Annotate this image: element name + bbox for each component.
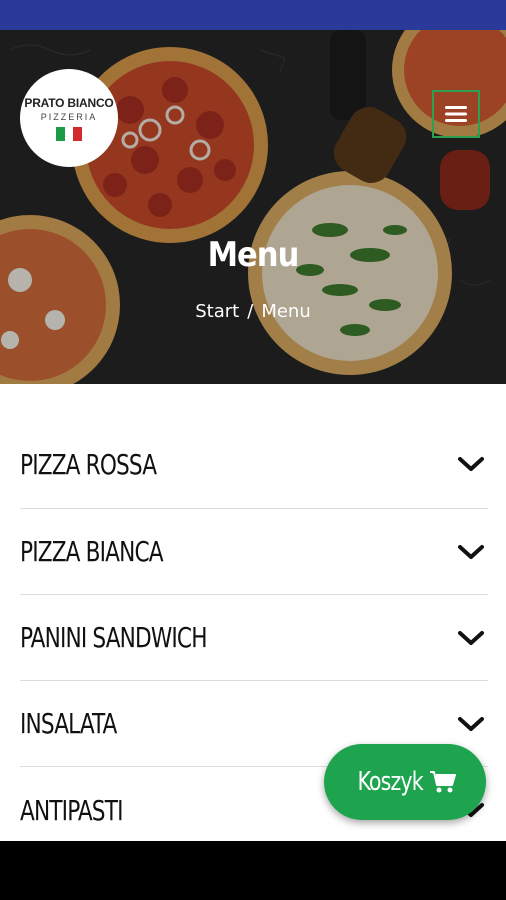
- chevron-down-icon: [458, 630, 484, 645]
- logo-name: PRATO BIANCO: [24, 95, 114, 110]
- status-bar: [0, 0, 506, 30]
- italian-flag-icon: [56, 126, 83, 141]
- logo-subtitle: PIZZERIA: [40, 111, 98, 122]
- chevron-down-icon: [458, 716, 484, 731]
- hamburger-icon: [445, 106, 467, 122]
- hamburger-menu-button[interactable]: [432, 90, 480, 138]
- page-title: Menu: [207, 235, 300, 275]
- menu-category-label: INSALATA: [20, 707, 117, 740]
- chevron-down-icon: [458, 544, 484, 559]
- menu-category-label: PIZZA BIANCA: [20, 535, 164, 568]
- cart-button[interactable]: Koszyk: [324, 744, 486, 820]
- brand-logo[interactable]: PRATO BIANCO PIZZERIA: [20, 69, 118, 167]
- breadcrumb: Start / Menu: [0, 301, 506, 322]
- menu-category-pizza-bianca[interactable]: PIZZA BIANCA: [20, 509, 488, 595]
- menu-category-pizza-rossa[interactable]: PIZZA ROSSA: [20, 420, 488, 509]
- chevron-down-icon: [458, 457, 484, 471]
- cart-button-label: Koszyk: [357, 767, 423, 797]
- breadcrumb-current: Menu: [261, 301, 311, 322]
- menu-category-panini-sandwich[interactable]: PANINI SANDWICH: [20, 595, 488, 681]
- menu-category-label: PANINI SANDWICH: [20, 621, 207, 654]
- hero-banner: PRATO BIANCO PIZZERIA Menu Start / Menu: [0, 30, 506, 384]
- menu-category-label: ANTIPASTI: [20, 793, 123, 827]
- system-navigation-bar: [0, 841, 506, 900]
- menu-category-label: PIZZA ROSSA: [20, 447, 157, 481]
- shopping-cart-icon: [430, 771, 457, 793]
- breadcrumb-separator: /: [247, 301, 254, 322]
- breadcrumb-home-link[interactable]: Start: [195, 301, 239, 322]
